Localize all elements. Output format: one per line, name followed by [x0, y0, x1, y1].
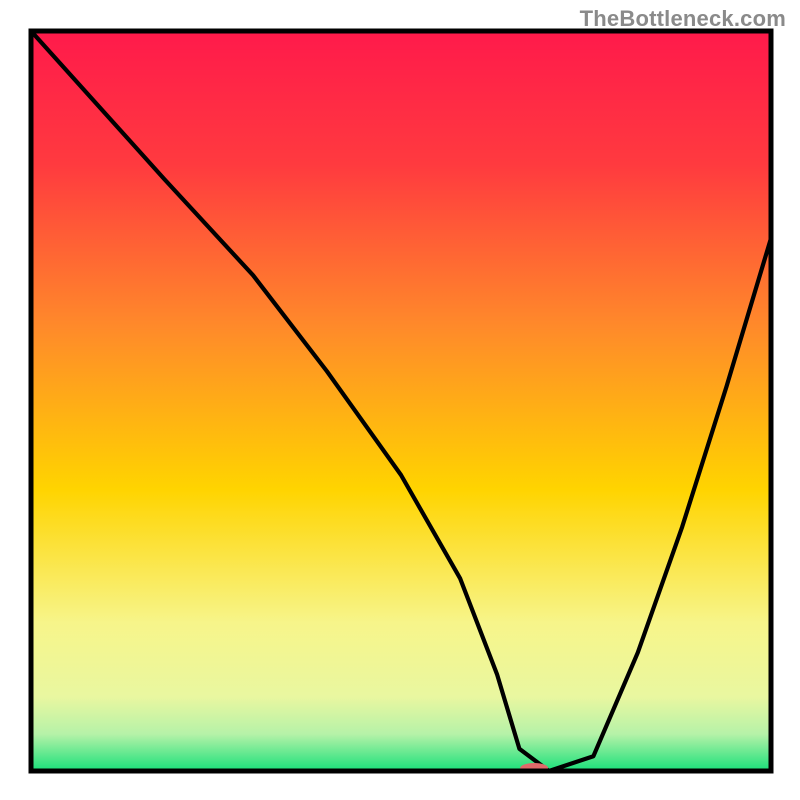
- bottleneck-chart: [0, 0, 800, 800]
- chart-frame: TheBottleneck.com: [0, 0, 800, 800]
- gradient-background: [31, 31, 771, 771]
